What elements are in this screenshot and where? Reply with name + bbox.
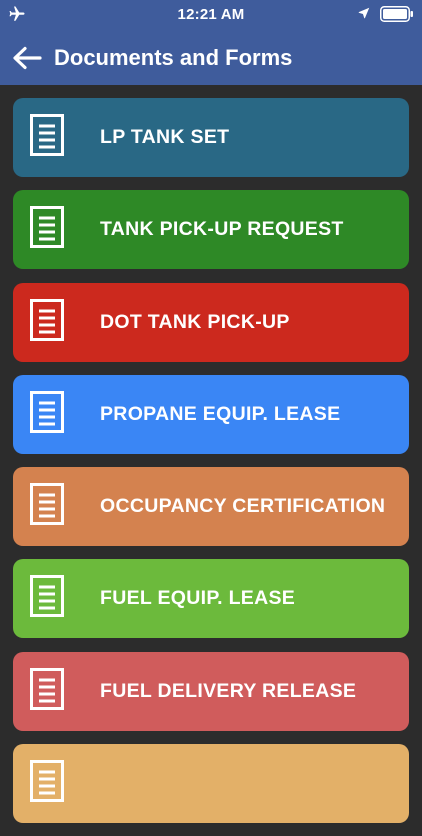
document-icon bbox=[30, 298, 64, 341]
forms-list: LP TANK SET TANK PICK-UP REQUEST DOT TAN… bbox=[13, 98, 409, 836]
form-item-fuel-delivery-release[interactable]: FUEL DELIVERY RELEASE bbox=[13, 651, 409, 731]
document-icon bbox=[30, 206, 64, 249]
document-icon bbox=[30, 575, 64, 618]
form-item-partial[interactable] bbox=[13, 744, 409, 824]
form-item-label: DOT TANK PICK-UP bbox=[100, 310, 290, 333]
document-icon bbox=[30, 483, 64, 526]
form-item-label: LP TANK SET bbox=[100, 126, 230, 148]
form-item-label: FUEL DELIVERY RELEASE bbox=[100, 679, 357, 702]
document-icon bbox=[30, 760, 64, 803]
form-item-tank-pick-up-request[interactable]: TANK PICK-UP REQUEST bbox=[13, 190, 409, 270]
location-icon bbox=[358, 7, 370, 19]
form-item-dot-tank-pick-up[interactable]: DOT TANK PICK-UP bbox=[13, 282, 409, 362]
document-icon bbox=[30, 390, 64, 433]
form-item-label: OCCUPANCY CERTIFICATION bbox=[100, 495, 386, 518]
form-item-propane-equip-lease[interactable]: PROPANE EQUIP. LEASE bbox=[13, 374, 409, 454]
arrow-left-icon[interactable] bbox=[12, 46, 42, 70]
form-item-fuel-equip-lease[interactable]: FUEL EQUIP. LEASE bbox=[13, 559, 409, 639]
form-item-label: TANK PICK-UP REQUEST bbox=[100, 218, 344, 241]
form-item-occupancy-certification[interactable]: OCCUPANCY CERTIFICATION bbox=[13, 467, 409, 547]
form-item-lp-tank-set[interactable]: LP TANK SET bbox=[13, 98, 409, 177]
navigation-bar: Documents and Forms bbox=[0, 38, 422, 78]
header: 12:21 AM Documents and Forms bbox=[0, 0, 422, 85]
document-icon bbox=[30, 667, 64, 710]
status-bar: 12:21 AM bbox=[0, 0, 422, 28]
document-icon bbox=[30, 114, 64, 156]
battery-icon bbox=[380, 6, 413, 22]
page-title: Documents and Forms bbox=[54, 45, 293, 70]
form-item-label: PROPANE EQUIP. LEASE bbox=[100, 402, 341, 425]
form-item-label: FUEL EQUIP. LEASE bbox=[100, 587, 296, 610]
